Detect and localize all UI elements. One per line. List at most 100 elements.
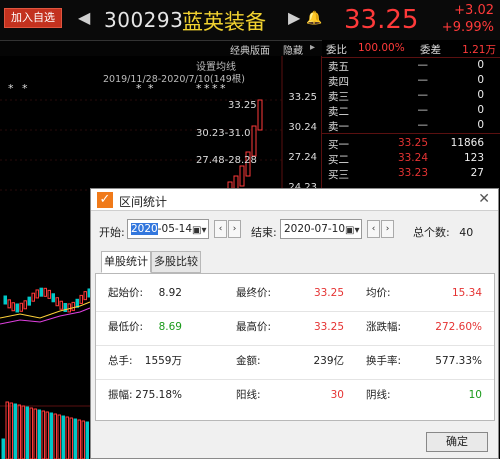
stat-label: 涨跌幅: bbox=[366, 321, 402, 333]
close-icon[interactable]: ✕ bbox=[478, 191, 490, 207]
stats-panel: 起始价: 8.92 最终价: 33.25 均价: 15.34 最低价: 8.69 最高价: 33.… bbox=[95, 273, 495, 421]
volume-bar bbox=[65, 416, 69, 459]
volume-bar bbox=[45, 411, 49, 459]
volume-bar bbox=[33, 408, 37, 459]
price-annotation: 27.48-28.28 bbox=[196, 155, 257, 166]
volume-bar bbox=[1, 438, 5, 459]
bid-price: 33.24 bbox=[397, 152, 428, 164]
stock-app: 加入自选 ◀ 300293 蓝英装备 ▶ 🔔 33.25 +3.02 +9.99… bbox=[0, 0, 500, 459]
volume-bar bbox=[73, 418, 77, 459]
volume-bar bbox=[17, 404, 21, 459]
alert-icon[interactable]: 🔔 bbox=[306, 11, 322, 26]
stat-label: 换手率: bbox=[366, 355, 402, 367]
volume-bar bbox=[41, 410, 45, 459]
collapse-icon[interactable]: ▸ bbox=[310, 42, 315, 53]
stat-value: 8.92 bbox=[158, 287, 182, 299]
ask-volume: 0 bbox=[477, 59, 484, 71]
calendar-icon[interactable]: ▣▾ bbox=[345, 222, 359, 236]
volume-bar bbox=[5, 401, 9, 459]
ask-volume: 0 bbox=[477, 104, 484, 116]
date-range-label: 2019/11/28-2020/7/10(149根) bbox=[103, 74, 245, 85]
stat-value: 10 bbox=[468, 389, 482, 401]
candle bbox=[15, 303, 19, 313]
event-marker: * bbox=[22, 82, 28, 95]
bid-row: 买二 33.24 123 bbox=[322, 152, 500, 166]
classic-layout-button[interactable]: 经典版面 bbox=[230, 42, 270, 57]
price-annotation: 33.25 bbox=[228, 100, 257, 111]
volume-bar bbox=[29, 407, 33, 459]
stock-code: 300293 bbox=[104, 8, 184, 32]
stat-label: 振幅: bbox=[108, 389, 133, 401]
volume-bar bbox=[53, 413, 57, 459]
calendar-icon[interactable]: ▣▾ bbox=[192, 222, 206, 236]
stock-name: 蓝英装备 bbox=[182, 10, 266, 34]
quote-header: 加入自选 ◀ 300293 蓝英装备 ▶ 🔔 33.25 +3.02 +9.99… bbox=[0, 0, 500, 40]
dialog-titlebar[interactable]: ✓ 区间统计 ✕ bbox=[91, 189, 498, 211]
end-next-button[interactable]: › bbox=[381, 220, 394, 238]
volume-bar bbox=[37, 409, 41, 459]
candle bbox=[47, 289, 51, 299]
start-next-button[interactable]: › bbox=[228, 220, 241, 238]
ask-volume: 0 bbox=[477, 74, 484, 86]
bid-label: 买二 bbox=[328, 154, 349, 166]
price-change: +3.02 +9.99% bbox=[442, 2, 494, 36]
start-label: 开始: bbox=[99, 226, 125, 239]
tab-multi-compare[interactable]: 多股比较 bbox=[151, 251, 201, 273]
dialog-title: 区间统计 bbox=[119, 195, 168, 209]
end-date-field[interactable]: 2020-07-10 ▣▾ bbox=[280, 219, 362, 239]
stat-label: 最高价: bbox=[236, 321, 272, 333]
bid-volume: 11866 bbox=[450, 137, 484, 149]
start-prev-button[interactable]: ‹ bbox=[214, 220, 227, 238]
end-label: 结束: bbox=[251, 226, 277, 239]
stat-value: 239亿 bbox=[313, 355, 344, 367]
end-prev-button[interactable]: ‹ bbox=[367, 220, 380, 238]
volume-bar bbox=[21, 405, 25, 459]
start-month-day: -05-14 bbox=[157, 223, 193, 235]
bid-label: 买三 bbox=[328, 169, 349, 181]
add-watchlist-button[interactable]: 加入自选 bbox=[4, 8, 62, 28]
volume-bar bbox=[85, 421, 89, 459]
ask-volume: 0 bbox=[477, 89, 484, 101]
stat-value: 30 bbox=[330, 389, 344, 401]
volume-bar bbox=[61, 415, 65, 459]
prev-stock-icon[interactable]: ◀ bbox=[78, 10, 90, 26]
stat-value: 8.69 bbox=[158, 321, 182, 333]
last-price: 33.25 bbox=[344, 5, 419, 35]
candle bbox=[39, 287, 43, 297]
change-value: +3.02 bbox=[454, 3, 494, 18]
stat-value: 15.34 bbox=[451, 287, 482, 299]
event-marker: * bbox=[8, 82, 14, 95]
ask-price: — bbox=[417, 104, 429, 116]
price-annotation: 30.23-31.0 bbox=[196, 128, 251, 139]
ask-price: — bbox=[417, 59, 429, 71]
stat-label: 总手: bbox=[108, 355, 133, 367]
bid-label: 买一 bbox=[328, 139, 349, 151]
stat-value: 33.25 bbox=[313, 321, 344, 333]
bid-volume: 27 bbox=[470, 167, 484, 179]
total-count: 总个数: 40 bbox=[413, 224, 473, 240]
order-book: 卖五 — 0 卖四 — 0 卖三 — 0 卖二 — 0 卖一 — 0 买一 33.25 11866 买二… bbox=[322, 40, 500, 190]
bid-price: 33.23 bbox=[397, 167, 428, 179]
stat-label: 起始价: bbox=[108, 287, 144, 299]
start-date-field[interactable]: 2020-05-14 ▣▾ bbox=[127, 219, 209, 239]
volume-bar bbox=[77, 419, 81, 459]
hide-button[interactable]: 隐藏 bbox=[283, 42, 303, 57]
candle bbox=[59, 300, 63, 310]
tab-single-stock[interactable]: 单股统计 bbox=[101, 251, 151, 273]
ask-price: — bbox=[417, 74, 429, 86]
candle bbox=[55, 297, 59, 307]
ask-label: 卖二 bbox=[328, 106, 349, 118]
y-tick-label: 33.25 bbox=[288, 92, 317, 103]
next-stock-icon[interactable]: ▶ bbox=[288, 10, 300, 26]
bid-volume: 123 bbox=[463, 152, 484, 164]
interval-stats-dialog: ✓ 区间统计 ✕ 开始: 2020-05-14 ▣▾ ‹ › 结束: 2020-… bbox=[90, 188, 499, 459]
ok-button[interactable]: 确定 bbox=[426, 432, 488, 452]
stat-value: 275.18% bbox=[135, 389, 182, 401]
volume-bar bbox=[9, 402, 13, 459]
volume-bar bbox=[57, 414, 61, 459]
check-icon: ✓ bbox=[97, 192, 113, 208]
ask-price: — bbox=[417, 89, 429, 101]
volume-bar bbox=[81, 420, 85, 459]
bid-row: 买三 33.23 27 bbox=[322, 167, 500, 181]
candle bbox=[71, 301, 75, 311]
